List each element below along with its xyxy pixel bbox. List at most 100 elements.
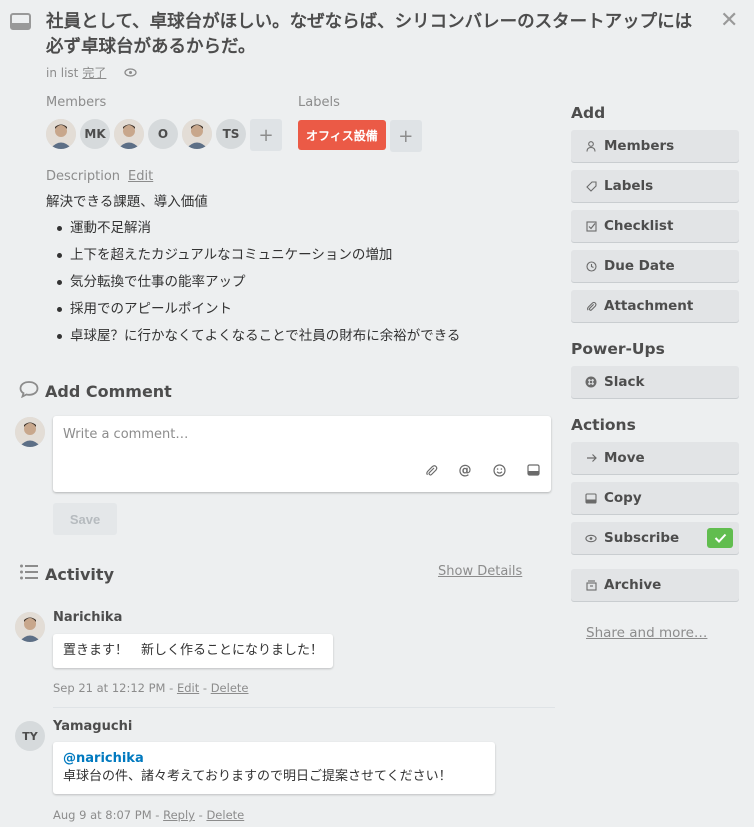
subscribe-button[interactable]: Subscribe [571, 522, 739, 554]
add-labels-button[interactable]: Labels [571, 170, 739, 202]
member-avatar[interactable]: MK [80, 119, 110, 149]
add-members-button[interactable]: Members [571, 130, 739, 162]
reply-comment-link[interactable]: Reply [163, 808, 195, 822]
button-label: Attachment [604, 298, 694, 314]
card-attach-icon[interactable] [525, 462, 541, 478]
button-label: Checklist [604, 218, 674, 234]
description-bullets: 運動不足解消 上下を超えたカジュアルなコミュニケーションの増加 気分転換で仕事の… [46, 219, 526, 345]
eye-icon [124, 66, 138, 80]
member-avatar[interactable] [182, 119, 212, 149]
label-chip[interactable]: オフィス設備 [298, 120, 386, 150]
edit-comment-link[interactable]: Edit [177, 681, 199, 695]
comment-placeholder: Write a comment… [63, 427, 189, 442]
share-and-more-link[interactable]: Share and more… [586, 625, 707, 641]
activity-meta: Sep 21 at 12:12 PM - Edit - Delete [53, 681, 249, 695]
paperclip-icon[interactable] [423, 462, 439, 478]
list-item: 運動不足解消 [46, 219, 526, 237]
comment-toolbar: @ [423, 462, 541, 478]
emoji-icon[interactable] [491, 462, 507, 478]
add-comment-header: Add Comment [19, 380, 172, 402]
in-list-info: in list 完了 [46, 64, 138, 81]
activity-title: Activity [45, 564, 114, 584]
button-label: Due Date [604, 258, 675, 274]
arrow-right-icon [585, 452, 597, 464]
members-list: MK O TS + [46, 119, 282, 151]
activity-author[interactable]: Narichika [53, 610, 122, 625]
comment-input[interactable]: Write a comment… @ [53, 416, 551, 492]
list-item: 上下を超えたカジュアルなコミュニケーションの増加 [46, 246, 526, 264]
archive-icon [585, 579, 597, 591]
button-label: Copy [604, 490, 642, 506]
add-section-title: Add [571, 104, 606, 122]
list-item: 採用でのアピールポイント [46, 300, 526, 318]
button-label: Slack [604, 374, 645, 390]
description-label: Description [46, 169, 121, 184]
paperclip-icon [585, 300, 597, 312]
comment-text: 卓球台の件、諸々考えておりますので明日ご提案させてください！ [63, 769, 452, 784]
list-item: 卓球屋？に行かなくてよくなることで社員の財布に余裕ができる [46, 327, 526, 345]
mention-link[interactable]: @narichika [63, 750, 485, 768]
actions-section-title: Actions [571, 416, 636, 434]
add-due-date-button[interactable]: Due Date [571, 250, 739, 282]
avatar [15, 417, 45, 447]
in-list-prefix: in list [46, 65, 79, 80]
button-label: Move [604, 450, 645, 466]
save-comment-button[interactable]: Save [53, 503, 117, 535]
avatar[interactable] [15, 612, 45, 642]
archive-button[interactable]: Archive [571, 569, 739, 601]
labels-label: Labels [298, 95, 340, 110]
activity-comment: @narichika 卓球台の件、諸々考えておりますので明日ご提案させてください… [53, 742, 495, 794]
add-member-button[interactable]: + [250, 119, 282, 151]
card-icon [585, 492, 597, 504]
labels-list: オフィス設備 + [298, 120, 422, 152]
add-attachment-button[interactable]: Attachment [571, 290, 739, 322]
slack-icon [585, 376, 597, 388]
checkbox-icon [585, 220, 597, 232]
member-avatar[interactable] [114, 119, 144, 149]
activity-meta: Aug 9 at 8:07 PM - Reply - Delete [53, 808, 245, 822]
divider [53, 707, 555, 708]
copy-button[interactable]: Copy [571, 482, 739, 514]
activity-date: Aug 9 at 8:07 PM [53, 808, 152, 822]
activity-comment: 置きます！ 新しく作ることになりました！ [53, 634, 334, 668]
member-avatar[interactable] [46, 119, 76, 149]
slack-powerup-button[interactable]: Slack [571, 366, 739, 398]
clock-icon [585, 260, 597, 272]
list-icon [19, 563, 39, 585]
add-checklist-button[interactable]: Checklist [571, 210, 739, 242]
list-item: 気分転換で仕事の能率アップ [46, 273, 526, 291]
member-avatar[interactable]: O [148, 119, 178, 149]
list-name-link[interactable]: 完了 [82, 64, 106, 81]
eye-icon [585, 532, 597, 544]
button-label: Labels [604, 178, 654, 194]
description-edit-link[interactable]: Edit [128, 169, 153, 184]
activity-header: Activity [19, 563, 114, 585]
add-label-button[interactable]: + [389, 120, 422, 152]
close-icon[interactable]: ✕ [720, 8, 738, 34]
description-heading: 解決できる課題、導入価値 [46, 194, 208, 210]
activity-date: Sep 21 at 12:12 PM [53, 681, 166, 695]
check-icon [707, 528, 733, 548]
powerups-section-title: Power-Ups [571, 340, 665, 358]
button-label: Archive [604, 577, 662, 593]
person-icon [585, 140, 597, 152]
tag-icon [585, 180, 597, 192]
description-body[interactable]: 解決できる課題、導入価値 運動不足解消 上下を超えたカジュアルなコミュニケーショ… [46, 193, 526, 354]
move-button[interactable]: Move [571, 442, 739, 474]
show-details-link[interactable]: Show Details [438, 564, 522, 579]
add-comment-title: Add Comment [45, 381, 172, 401]
button-label: Subscribe [604, 530, 680, 546]
delete-comment-link[interactable]: Delete [211, 681, 249, 695]
at-mention-icon[interactable]: @ [457, 462, 473, 478]
delete-comment-link[interactable]: Delete [206, 808, 244, 822]
comment-text: 置きます！ 新しく作ることになりました！ [63, 643, 324, 658]
comment-bubble-icon [19, 380, 39, 402]
members-label: Members [46, 95, 107, 110]
button-label: Members [604, 138, 675, 154]
description-header: Description Edit [46, 169, 153, 184]
avatar[interactable]: TY [15, 721, 45, 751]
member-avatar[interactable]: TS [216, 119, 246, 149]
card-icon [10, 12, 32, 32]
card-title[interactable]: 社員として、卓球台がほしい。なぜならば、シリコンバレーのスタートアップには必ず卓… [46, 10, 706, 60]
activity-author[interactable]: Yamaguchi [53, 719, 132, 734]
